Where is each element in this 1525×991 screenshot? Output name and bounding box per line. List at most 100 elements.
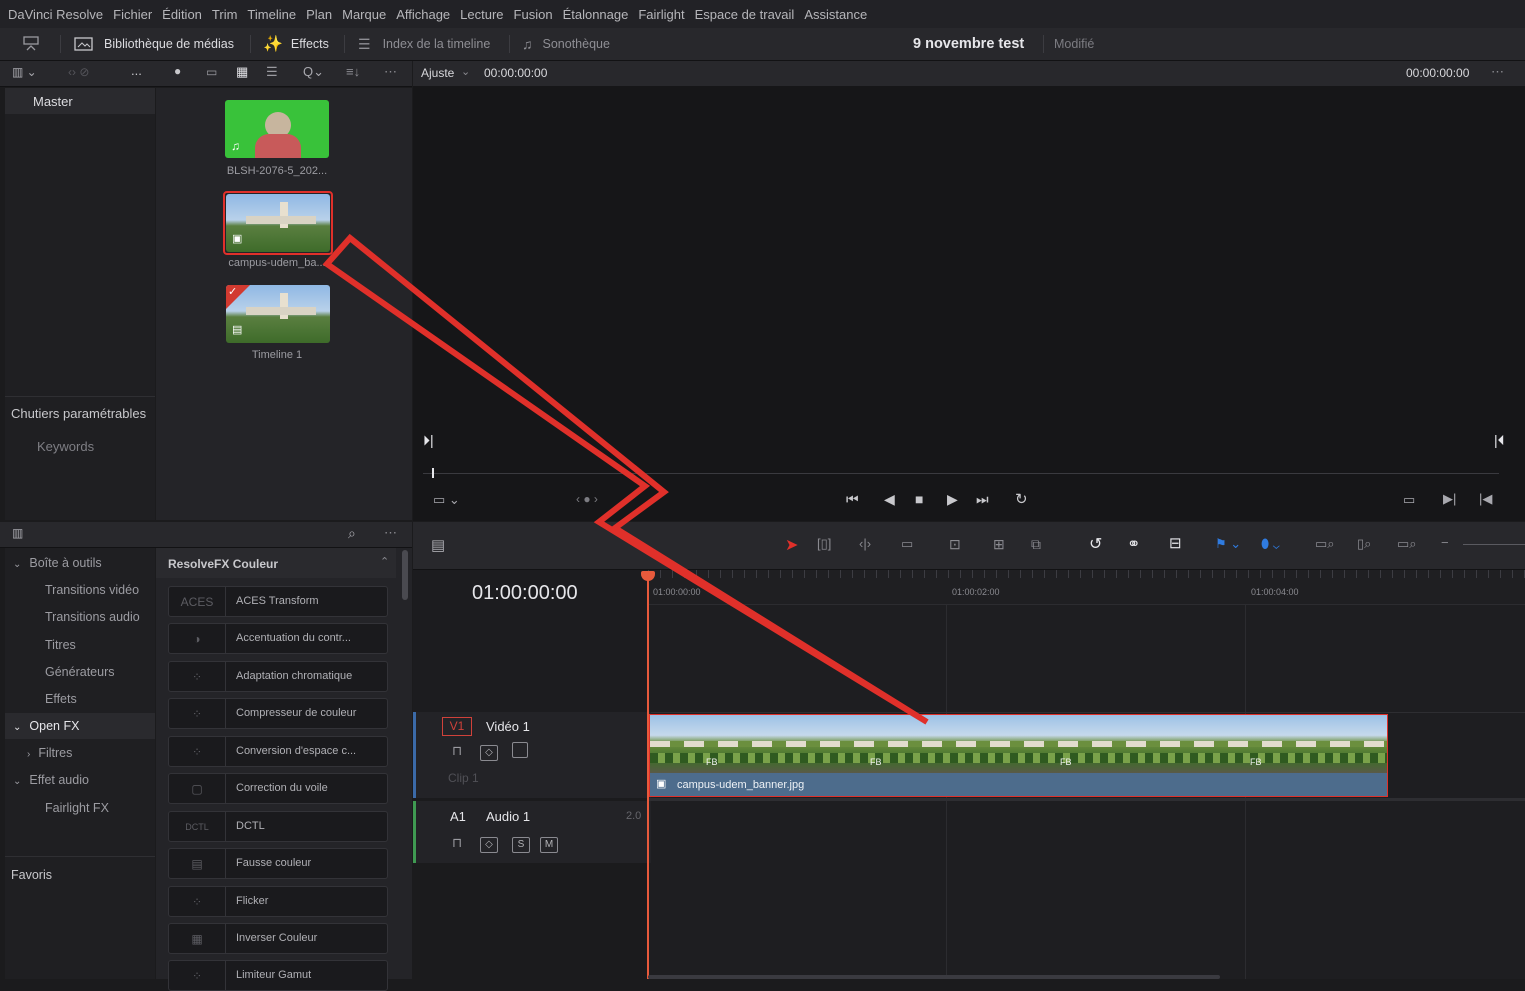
flag-icon[interactable]: ⚑ ⌄ (1215, 536, 1241, 552)
scrubber-playhead[interactable] (432, 468, 434, 478)
viewer-options-icon[interactable]: ⋯ (1491, 64, 1504, 80)
zoom-custom-icon[interactable]: ▭⌕ (1397, 536, 1417, 552)
effect-item[interactable]: ACES ACES Transform (168, 586, 388, 617)
timeline-clip[interactable]: FB FB FB FB ▣ campus-udem_banner.jpg (649, 714, 1388, 797)
zoom-slider[interactable] (1463, 544, 1525, 545)
slider-dot-icon[interactable]: ● (174, 64, 181, 78)
effect-item[interactable]: ▤ Fausse couleur (168, 848, 388, 879)
selection-tool-icon[interactable]: ➤ (785, 535, 798, 555)
nav-arrows-icon[interactable]: ‹› ⊘ (68, 65, 89, 79)
lock-icon[interactable]: ⊓ (452, 743, 462, 759)
zoom-detail-icon[interactable]: ▯⌕ (1357, 536, 1371, 552)
auto-select-icon[interactable]: ◇ (480, 742, 498, 761)
thumbnail-view-icon[interactable]: ▦ (236, 64, 248, 80)
sort-icon[interactable]: ≡↓ (346, 64, 360, 79)
search-icon[interactable]: ⌕ (348, 525, 356, 542)
panel-toggle-icon[interactable]: ▥ ⌄ (12, 65, 37, 79)
stop-icon[interactable]: ■ (915, 491, 923, 507)
track-id-a1[interactable]: A1 (450, 809, 466, 824)
scrollbar[interactable] (402, 550, 408, 600)
tree-filters[interactable]: › Filtres (27, 746, 72, 760)
insert-icon[interactable]: ⊡ (949, 536, 961, 553)
sound-library-button[interactable]: ♫ Sonothèque (522, 28, 610, 60)
timeline-timecode[interactable]: 01:00:00:00 (472, 582, 578, 605)
timeline-thumbnail[interactable]: ✓ ▤ (226, 285, 330, 343)
effect-item[interactable]: ▦ Inverser Couleur (168, 923, 388, 954)
zoom-out-icon[interactable]: − (1441, 535, 1449, 550)
menu-color[interactable]: Étalonnage (563, 7, 629, 22)
viewer-timecode[interactable]: 00:00:00:00 (484, 66, 547, 80)
menu-trim[interactable]: Trim (212, 7, 238, 22)
effect-item[interactable]: ⁘ Conversion d'espace c... (168, 736, 388, 767)
marker-icon[interactable]: ⬮ ⌄ (1261, 536, 1280, 552)
tree-titles[interactable]: Titres (45, 638, 76, 652)
tree-generators[interactable]: Générateurs (45, 665, 114, 679)
effect-item[interactable]: ◑ Accentuation du contr... (168, 623, 388, 654)
next-frame-icon[interactable]: ▶| (1443, 491, 1456, 507)
loop-icon[interactable]: ↻ (1015, 490, 1028, 508)
viewer-timecode-right[interactable]: 00:00:00:00 (1406, 66, 1469, 80)
clip-thumbnail-campus[interactable]: ▣ (226, 194, 330, 252)
panel-toggle-icon[interactable]: ▥ (12, 526, 23, 540)
collapse-icon[interactable]: ⌃ (380, 555, 389, 568)
menu-app[interactable]: DaVinci Resolve (8, 7, 103, 22)
effect-item[interactable]: DCTL DCTL (168, 811, 388, 842)
menu-view[interactable]: Affichage (396, 7, 450, 22)
tree-audio-transitions[interactable]: Transitions audio (45, 610, 140, 624)
blade-tool-icon[interactable]: ▭ (901, 536, 913, 552)
menu-fusion[interactable]: Fusion (514, 7, 553, 22)
snapping-icon[interactable]: ↺ (1089, 534, 1102, 554)
options-icon[interactable]: ⋯ (384, 64, 397, 80)
out-point-icon[interactable]: |⏴ (1494, 432, 1505, 449)
in-point-icon[interactable]: ⏵| (423, 432, 434, 449)
effect-item[interactable]: ⁘ Flicker (168, 886, 388, 917)
menu-help[interactable]: Assistance (804, 7, 867, 22)
effect-item[interactable]: ⁘ Limiteur Gamut (168, 960, 388, 991)
mute-button[interactable]: M (540, 834, 558, 853)
track-id-v1[interactable]: V1 (442, 717, 472, 736)
metadata-view-icon[interactable]: ▭ (206, 65, 217, 79)
bin-master[interactable]: Master (33, 94, 73, 109)
zoom-full-icon[interactable]: ▭⌕ (1315, 536, 1335, 552)
track-name[interactable]: Vidéo 1 (486, 719, 530, 734)
match-frame-icon[interactable]: ▭ (1403, 492, 1415, 508)
menu-playback[interactable]: Lecture (460, 7, 503, 22)
timeline-index-button[interactable]: ☰ Index de la timeline (358, 28, 490, 60)
tree-audio-effects[interactable]: ⌄ Effet audio (13, 773, 89, 787)
tree-effects[interactable]: Effets (45, 692, 77, 706)
timeline-scrollbar[interactable] (648, 975, 1220, 979)
lock-icon[interactable]: ⊟ (1169, 534, 1182, 552)
replace-icon[interactable]: ⧉ (1031, 536, 1041, 553)
menu-file[interactable]: Fichier (113, 7, 152, 22)
track-name[interactable]: Audio 1 (486, 809, 530, 824)
go-to-start-icon[interactable]: ⏮ (846, 491, 859, 508)
effect-item[interactable]: ▢ Correction du voile (168, 773, 388, 804)
trim-tool-icon[interactable]: [▯] (817, 536, 831, 552)
play-reverse-icon[interactable]: ◀ (884, 491, 895, 508)
menu-clip[interactable]: Plan (306, 7, 332, 22)
tree-toolbox[interactable]: ⌄ Boîte à outils (13, 556, 102, 570)
layout-icon[interactable] (22, 28, 40, 60)
effect-item[interactable]: ⁘ Compresseur de couleur (168, 698, 388, 729)
clip-thumbnail-greenscreen[interactable]: ♫ (225, 100, 329, 158)
list-view-icon[interactable]: ☰ (266, 64, 278, 80)
dynamic-trim-icon[interactable]: ‹|› (859, 536, 871, 551)
scrubber-bar[interactable] (423, 473, 1499, 474)
options-icon[interactable]: ⋯ (384, 525, 397, 541)
tree-video-transitions[interactable]: Transitions vidéo (45, 583, 139, 597)
menu-mark[interactable]: Marque (342, 7, 386, 22)
effects-button[interactable]: ✨ Effects (263, 28, 329, 60)
go-to-end-icon[interactable]: ⏭ (976, 491, 989, 508)
timeline-view-icon[interactable]: ▤ (431, 536, 445, 554)
tree-open-fx[interactable]: ⌄ Open FX (13, 719, 79, 733)
menu-timeline[interactable]: Timeline (247, 7, 296, 22)
jog-control-icon[interactable]: ‹ ● › (576, 492, 598, 506)
auto-select-icon[interactable]: ◇ (480, 834, 498, 853)
link-icon[interactable]: ⚭ (1127, 534, 1140, 554)
zoom-dropdown[interactable]: Ajuste (421, 66, 454, 80)
media-pool-button[interactable]: Bibliothèque de médias (74, 28, 234, 60)
viewer[interactable]: ⏵| |⏴ ▭ ⌄ ‹ ● › ⏮ ◀ ■ ▶ ⏭ ↻ ▭ ▶| |◀ (413, 86, 1525, 521)
bin-keywords[interactable]: Keywords (37, 439, 94, 454)
play-icon[interactable]: ▶ (947, 491, 958, 508)
menu-fairlight[interactable]: Fairlight (638, 7, 684, 22)
